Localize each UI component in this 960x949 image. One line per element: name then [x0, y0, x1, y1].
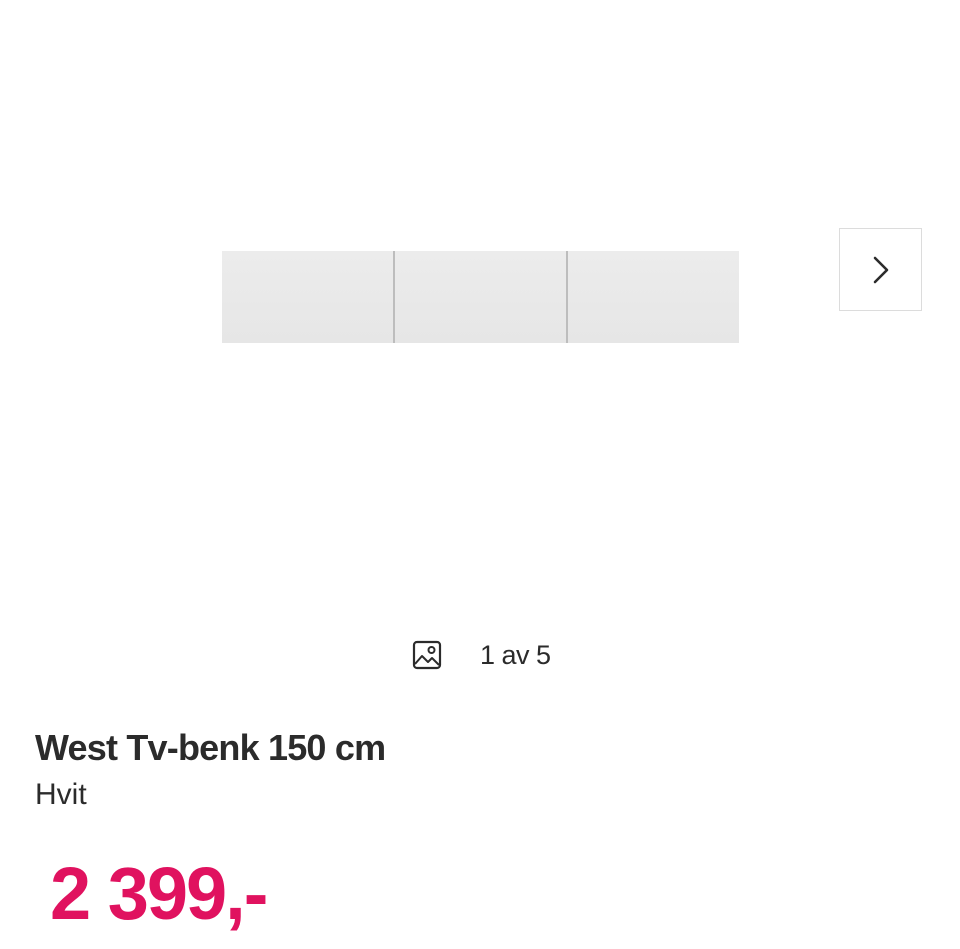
image-counter: 1 av 5	[412, 638, 551, 672]
product-image-panel	[393, 251, 566, 343]
image-icon	[412, 640, 442, 670]
image-counter-text: 1 av 5	[480, 639, 551, 670]
product-image-panel	[566, 251, 739, 343]
product-image[interactable]	[222, 251, 739, 343]
next-image-button[interactable]	[839, 228, 922, 311]
product-gallery: 1 av 5	[0, 0, 960, 700]
product-price: 2 399,-	[50, 852, 268, 935]
product-variant: Hvit	[35, 778, 87, 811]
product-image-panel	[222, 251, 393, 343]
product-title: West Tv-benk 150 cm	[35, 727, 386, 768]
chevron-right-icon	[873, 256, 888, 283]
